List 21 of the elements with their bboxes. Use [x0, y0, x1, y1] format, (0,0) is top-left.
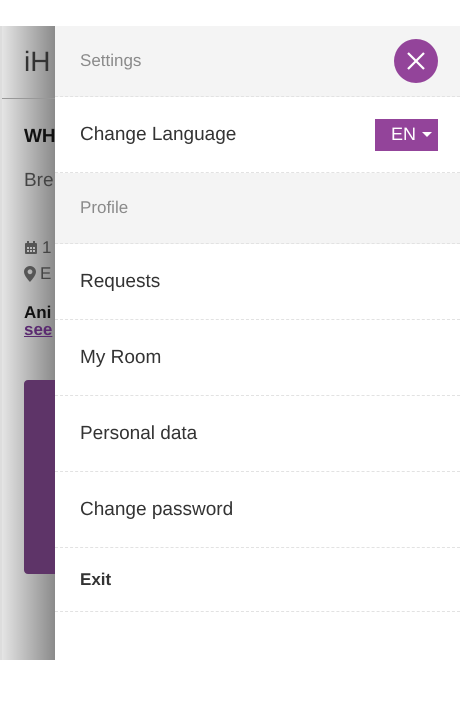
calendar-icon: [24, 241, 38, 255]
menu-item[interactable]: Requests: [80, 270, 160, 292]
close-icon: [406, 51, 426, 71]
menu-item[interactable]: My Room: [80, 346, 162, 368]
menu-item[interactable]: Change password: [80, 498, 234, 520]
see-link[interactable]: see: [24, 321, 55, 338]
event-title: WH: [24, 126, 55, 148]
event-subtitle: Bre: [24, 170, 55, 192]
drawer-title: Settings: [80, 51, 142, 71]
section-header: Profile: [80, 198, 128, 218]
close-button[interactable]: [394, 39, 438, 83]
menu-item[interactable]: Personal data: [80, 422, 198, 444]
location-pin-icon: [24, 266, 36, 282]
logo: iH: [24, 46, 50, 78]
caret-icon: [422, 132, 432, 137]
exit-link[interactable]: Exit: [80, 570, 112, 590]
event-date: 1: [42, 238, 52, 258]
event-location: E: [40, 264, 52, 284]
section-title: Ani: [24, 304, 52, 321]
language-dropdown[interactable]: EN: [374, 118, 438, 150]
change-language-label: Change Language: [80, 124, 236, 146]
